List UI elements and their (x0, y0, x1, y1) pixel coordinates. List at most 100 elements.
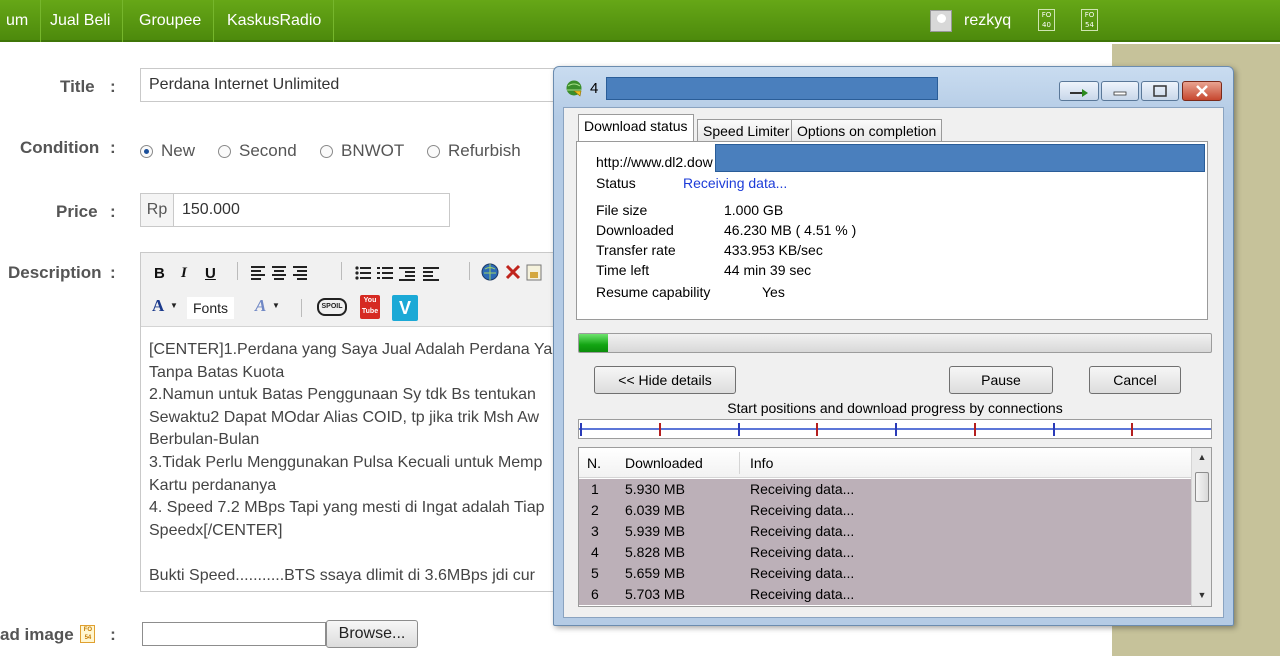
status-value: Receiving data... (683, 175, 788, 191)
description-editor[interactable]: B I U A ▼ Fonts A ▼ SPOIL You Tube V [CE… (140, 252, 560, 592)
browse-button[interactable]: Browse... (326, 620, 418, 648)
price-input[interactable]: 150.000 (173, 193, 450, 227)
column-header-info[interactable]: Info (750, 455, 773, 471)
align-icons[interactable] (251, 265, 311, 281)
list-item[interactable]: 5 5.659 MB Receiving data... (579, 563, 1191, 584)
nav-item-forum[interactable]: um (0, 0, 42, 42)
connection-marker (658, 423, 661, 436)
price-prefix: Rp (140, 193, 174, 227)
condition-radio-second[interactable]: Second (218, 141, 297, 161)
tab-speed-limiter[interactable]: Speed Limiter (697, 119, 796, 143)
toolbar-divider (301, 299, 302, 317)
window-client-area: Download status Speed Limiter Options on… (563, 107, 1224, 618)
colon: : (110, 138, 116, 157)
connection-marker (973, 423, 976, 436)
vertical-scrollbar[interactable]: ▲ ▼ (1191, 448, 1211, 606)
row-info: Receiving data... (750, 586, 855, 602)
youtube-icon[interactable]: You Tube (360, 295, 380, 319)
fs-badge-icon[interactable]: FO 40 (1038, 9, 1055, 31)
user-menu[interactable]: rezkyq (930, 0, 1011, 42)
row-number: 3 (591, 523, 599, 539)
scroll-up-icon[interactable]: ▲ (1192, 452, 1211, 462)
price-label: Price (56, 202, 98, 221)
description-line: Bukti Speed...........BTS ssaya dlimit d… (149, 566, 535, 584)
upload-image-label: ad image FO 54 : (0, 625, 116, 645)
row-downloaded: 5.939 MB (625, 523, 685, 539)
row-number: 5 (591, 565, 599, 581)
download-window: 4 Download status Speed Limiter Options … (553, 66, 1234, 626)
top-navbar: um Jual Beli Groupee KaskusRadio rezkyq … (0, 0, 1280, 42)
nav-item-groupee[interactable]: Groupee (127, 0, 215, 42)
chevron-down-icon[interactable]: ▼ (170, 301, 178, 310)
progress-fill (579, 334, 608, 352)
description-line: Berbulan-Bulan (149, 431, 260, 449)
description-line: Kartu perdananya (149, 476, 277, 494)
scroll-down-icon[interactable]: ▼ (1192, 590, 1211, 600)
minimize-button[interactable] (1101, 81, 1139, 101)
list-item[interactable]: 2 6.039 MB Receiving data... (579, 500, 1191, 521)
upload-label-text: ad image (0, 625, 74, 644)
toolbar-divider (341, 262, 342, 280)
cancel-button[interactable]: Cancel (1089, 366, 1181, 394)
list-indent-icons[interactable] (355, 265, 455, 281)
editor-toolbar: B I U A ▼ Fonts A ▼ SPOIL You Tube V (141, 253, 559, 327)
fs-badge-icon: FO 54 (80, 625, 96, 643)
window-title: 4 (590, 80, 599, 97)
status-label: Status (596, 175, 636, 191)
list-item[interactable]: 3 5.939 MB Receiving data... (579, 521, 1191, 542)
condition-radio-refurbish[interactable]: Refurbish (427, 141, 521, 161)
highlight-button[interactable]: A (255, 296, 266, 316)
column-header-downloaded[interactable]: Downloaded (625, 455, 703, 471)
condition-radio-new[interactable]: New (140, 141, 195, 161)
connections-progress-bar (578, 419, 1212, 439)
avatar (930, 10, 952, 32)
nav-item-kaskusradio[interactable]: KaskusRadio (215, 0, 335, 42)
hide-details-button[interactable]: << Hide details (594, 366, 736, 394)
radio-label: New (161, 141, 196, 160)
underline-button[interactable]: U (205, 265, 216, 282)
row-downloaded: 5.930 MB (625, 481, 685, 497)
font-color-button[interactable]: A (152, 296, 164, 316)
nav-item-jual-beli[interactable]: Jual Beli (38, 0, 124, 42)
description-line (149, 542, 559, 565)
colon: : (110, 625, 116, 644)
fs-badge-icon[interactable]: FO 54 (1081, 9, 1098, 31)
tab-options-on-completion[interactable]: Options on completion (791, 119, 943, 143)
close-icon (1196, 85, 1208, 97)
condition-radio-bnwot[interactable]: BNWOT (320, 141, 404, 161)
title-input[interactable]: Perdana Internet Unlimited (140, 68, 570, 102)
pause-button[interactable]: Pause (949, 366, 1053, 394)
bold-button[interactable]: B (154, 265, 165, 282)
scrollbar-thumb[interactable] (1195, 472, 1209, 502)
list-item[interactable]: 1 5.930 MB Receiving data... (579, 479, 1191, 500)
colon: : (110, 202, 116, 221)
download-url: http://www.dl2.dow (596, 154, 713, 170)
editor-content[interactable]: [CENTER]1.Perdana yang Saya Jual Adalah … (149, 339, 559, 588)
link-image-icons[interactable] (481, 263, 553, 283)
tab-download-status[interactable]: Download status (578, 114, 694, 141)
list-header: N. Downloaded Info (579, 448, 1191, 478)
minimize-icon (1113, 91, 1127, 96)
connection-marker (580, 423, 582, 436)
italic-button[interactable]: I (181, 265, 187, 282)
column-header-n[interactable]: N. (587, 455, 601, 471)
close-button[interactable] (1182, 81, 1222, 101)
resume-capability-value: Yes (762, 284, 785, 300)
file-path-input[interactable] (142, 622, 326, 646)
list-item[interactable]: 4 5.828 MB Receiving data... (579, 542, 1191, 563)
radio-dot (218, 144, 231, 158)
spoiler-icon[interactable]: SPOIL (317, 298, 347, 316)
connections-list[interactable]: N. Downloaded Info 1 5.930 MB Receiving … (578, 447, 1212, 607)
radio-label: BNWOT (341, 141, 405, 160)
minimize-to-tray-button[interactable] (1059, 81, 1099, 101)
file-size-value: 1.000 GB (724, 202, 784, 218)
description-line: [CENTER]1.Perdana yang Saya Jual Adalah … (149, 341, 553, 358)
connection-marker (816, 423, 819, 436)
list-item[interactable]: 6 5.703 MB Receiving data... (579, 584, 1191, 605)
colon: : (110, 77, 116, 96)
fonts-dropdown[interactable]: Fonts (187, 297, 235, 319)
condition-label: Condition (20, 138, 100, 157)
maximize-button[interactable] (1141, 81, 1179, 101)
vimeo-icon[interactable]: V (392, 295, 418, 321)
chevron-down-icon[interactable]: ▼ (272, 301, 280, 310)
